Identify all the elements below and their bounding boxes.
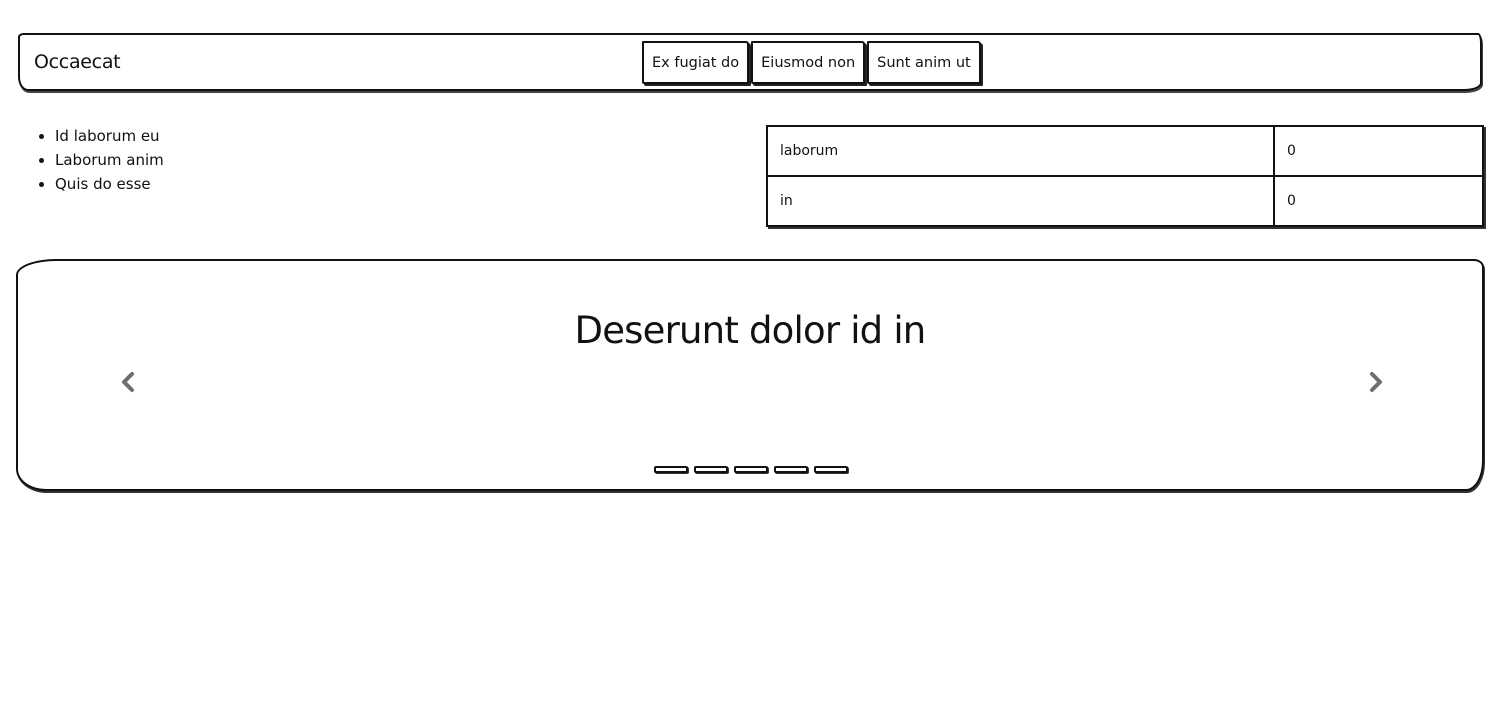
carousel-prev-button[interactable]: [116, 369, 142, 395]
nav-button-eiusmod-non[interactable]: Eiusmod non: [751, 41, 866, 84]
table-cell-value: 0: [1273, 175, 1484, 227]
carousel-indicator-3[interactable]: [734, 466, 768, 473]
nav-button-ex-fugiat-do[interactable]: Ex fugiat do: [642, 41, 750, 84]
bullet-list: Id laborum eu Laborum anim Quis do esse: [34, 124, 164, 196]
carousel-slide-title: Deserunt dolor id in: [574, 309, 927, 352]
brand-title[interactable]: Occaecat: [34, 51, 121, 73]
table-row: laborum 0: [766, 125, 1484, 177]
table-cell-key: laborum: [766, 125, 1275, 177]
list-item: Quis do esse: [55, 172, 164, 196]
chevron-right-icon: [1370, 372, 1382, 392]
carousel-indicator-2[interactable]: [694, 466, 728, 473]
carousel-indicator-5[interactable]: [814, 466, 848, 473]
carousel-next-button[interactable]: [1362, 369, 1388, 395]
nav-button-sunt-anim-ut[interactable]: Sunt anim ut: [867, 41, 981, 84]
chevron-left-icon: [122, 372, 134, 392]
nav-button-group: Ex fugiat do Eiusmod non Sunt anim ut: [642, 41, 981, 84]
carousel-indicator-1[interactable]: [654, 466, 688, 473]
carousel-indicator-4[interactable]: [774, 466, 808, 473]
carousel-indicators: [654, 466, 848, 473]
table-cell-key: in: [766, 175, 1275, 227]
carousel: Deserunt dolor id in: [16, 259, 1484, 491]
list-item: Laborum anim: [55, 148, 164, 172]
data-table: laborum 0 in 0: [766, 125, 1484, 227]
top-navbar: Occaecat Ex fugiat do Eiusmod non Sunt a…: [18, 33, 1482, 91]
table-cell-value: 0: [1273, 125, 1484, 177]
table-row: in 0: [766, 175, 1484, 227]
list-item: Id laborum eu: [55, 124, 164, 148]
